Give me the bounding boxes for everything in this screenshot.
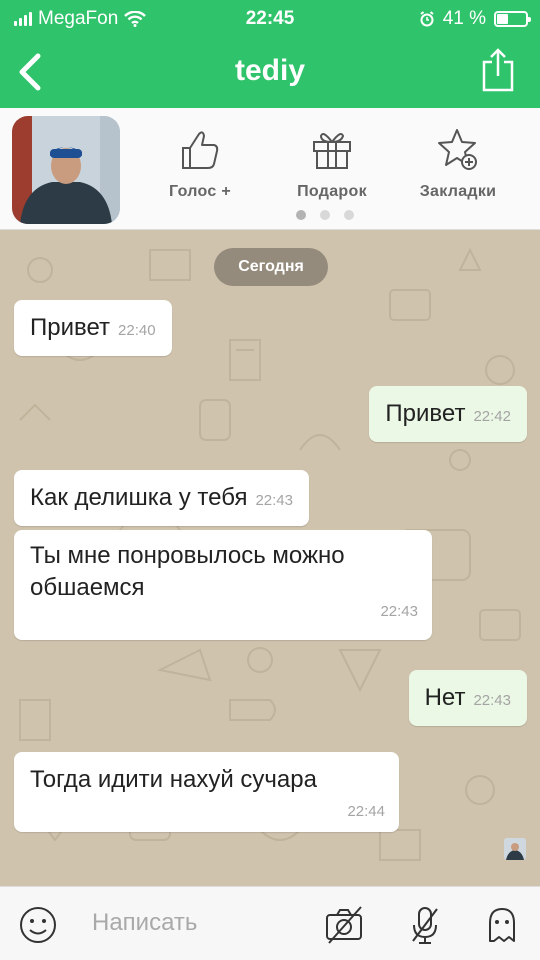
message-time: 22:42 [473,408,511,425]
message-time: 22:43 [473,692,511,709]
page-dot[interactable] [320,210,330,220]
emoji-icon[interactable] [18,905,58,945]
message-time: 22:43 [255,492,293,509]
message-bubble-incoming[interactable]: Тогда идити нахуй сучара 22:44 [14,752,399,832]
page-indicator [296,210,354,220]
message-text: Привет [385,400,466,427]
message-bubble-incoming[interactable]: Ты мне понровылось можно обшаемся 22:43 [14,530,432,640]
bookmarks-action[interactable]: Закладки [398,126,518,201]
message-text: Привет [30,314,111,341]
gift-action[interactable]: Подарок [272,126,392,201]
message-text: Нет [424,684,466,711]
microphone-off-icon[interactable] [405,905,445,945]
battery-icon [494,11,531,27]
page-dot[interactable] [344,210,354,220]
gift-icon [313,133,351,169]
chat-title[interactable]: tediy [0,54,540,88]
status-right: 41 % [419,8,531,30]
composer-bar: Написать [0,886,540,960]
message-bubble-outgoing[interactable]: Привет 22:42 [369,386,527,442]
profile-strip: Голос + Подарок Закладки [0,108,540,230]
message-bubble-outgoing[interactable]: Нет 22:43 [408,670,527,726]
message-bubble-incoming[interactable]: Как делишка у тебя 22:43 [14,470,309,526]
message-text: Как делишка у тебя [30,484,248,511]
status-bar: MegaFon 22:45 41 % [0,0,540,38]
alarm-icon [420,11,434,27]
top-bar: MegaFon 22:45 41 % tediy [0,0,540,108]
gift-label: Подарок [297,183,367,200]
read-receipt-avatar [504,838,526,860]
avatar[interactable] [12,116,120,224]
message-text: Тогда идити нахуй сучара [30,766,317,793]
date-separator: Сегодня [214,248,328,286]
chat-area[interactable]: Сегодня Привет 22:40 Привет 22:42 Как дели… [0,230,540,886]
star-plus-icon [438,129,477,170]
message-bubble-incoming[interactable]: Привет 22:40 [14,300,172,356]
camera-off-icon[interactable] [324,905,364,945]
battery-percent: 41 % [442,8,486,29]
vote-action[interactable]: Голос + [140,126,260,201]
bookmarks-label: Закладки [419,183,497,200]
message-text: Ты мне понровылось можно обшаемся [30,542,345,601]
thumbs-up-icon [182,131,219,169]
message-input[interactable]: Написать [92,909,197,937]
message-time: 22:40 [118,322,156,339]
share-button[interactable] [478,46,518,94]
message-time: 22:44 [347,803,385,820]
ghost-icon[interactable] [482,905,522,945]
message-time: 22:43 [380,603,418,620]
vote-label: Голос + [169,183,231,200]
page-dot[interactable] [296,210,306,220]
